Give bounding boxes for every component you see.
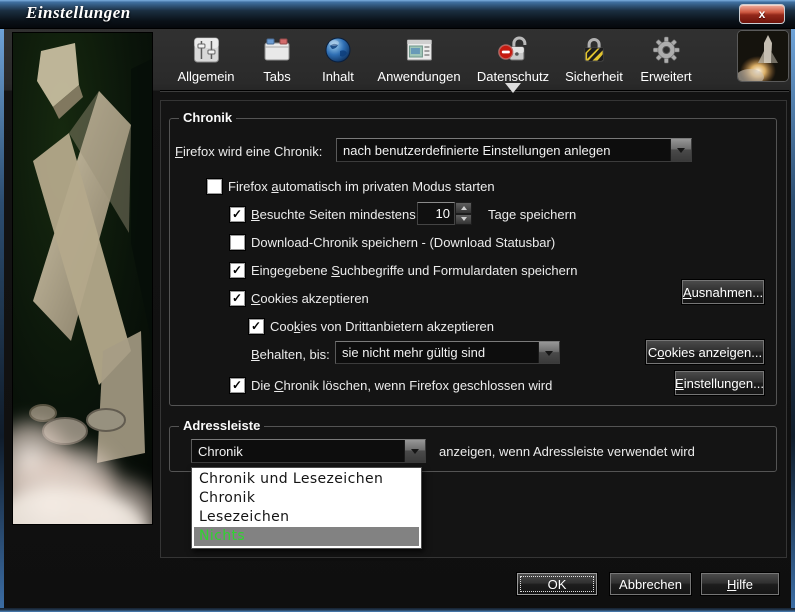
history-mode-select[interactable]: nach benutzerdefinierte Einstellungen an… <box>336 138 692 162</box>
cookie-keep-value: sie nicht mehr gültig sind <box>336 342 538 363</box>
applications-icon <box>403 34 435 66</box>
checkbox-label: Cookies akzeptieren <box>251 291 369 306</box>
tab-inhalt[interactable]: Inhalt <box>322 34 354 84</box>
help-button[interactable]: Hilfe <box>701 573 779 595</box>
tab-anwendungen[interactable]: Anwendungen <box>377 34 460 84</box>
checkbox-download-history[interactable]: ✓ <box>230 235 245 250</box>
history-mode-label: Firefox wird eine Chronik: <box>175 144 322 159</box>
checkbox-label: Firefox automatisch im privaten Modus st… <box>228 179 495 194</box>
tab-label: Tabs <box>263 69 290 84</box>
security-lock-icon <box>578 34 610 66</box>
preferences-pane: Chronik Firefox wird eine Chronik: nach … <box>160 100 787 558</box>
close-button[interactable]: x <box>739 4 785 24</box>
cookie-keep-select[interactable]: sie nicht mehr gültig sind <box>335 341 560 364</box>
cancel-button[interactable]: Abbrechen <box>610 573 691 595</box>
clear-settings-button[interactable]: Einstellungen... <box>675 371 764 395</box>
dropdown-arrow-icon[interactable] <box>404 440 425 462</box>
popup-option[interactable]: Chronik <box>194 489 419 508</box>
show-cookies-button[interactable]: Cookies anzeigen... <box>646 340 764 364</box>
privacy-open-lock-icon <box>497 34 529 66</box>
addressbar-suggestion-value: Chronik <box>192 440 404 462</box>
addressbar-suggestion-popup: Chronik und Lesezeichen Chronik Lesezeic… <box>191 467 422 549</box>
tab-label: Erweitert <box>640 69 691 84</box>
tab-label: Allgemein <box>177 69 234 84</box>
window-frame-right <box>791 28 795 612</box>
tab-sicherheit[interactable]: Sicherheit <box>565 34 623 84</box>
history-group: Chronik Firefox wird eine Chronik: nach … <box>169 118 777 406</box>
tab-datenschutz[interactable]: Datenschutz <box>477 34 549 84</box>
selected-tab-pointer-icon <box>505 83 521 101</box>
checkbox-clear-on-close[interactable]: ✓ <box>230 378 245 393</box>
toolbar-separator <box>160 90 789 92</box>
up-arrow-icon <box>461 203 467 210</box>
popup-option[interactable]: Chronik und Lesezeichen <box>194 470 419 489</box>
exceptions-button[interactable]: Ausnahmen... <box>682 280 764 304</box>
days-spinner: 10 <box>417 202 472 225</box>
addressbar-suffix-label: anzeigen, wenn Adressleiste verwendet wi… <box>439 444 695 459</box>
close-icon: x <box>759 8 766 20</box>
checkbox-visited-pages[interactable]: ✓ <box>230 207 245 222</box>
tab-label: Sicherheit <box>565 69 623 84</box>
checkbox-label: Eingegebene Suchbegriffe und Formulardat… <box>251 263 577 278</box>
checkbox-form-history[interactable]: ✓ <box>230 263 245 278</box>
tab-label: Anwendungen <box>377 69 460 84</box>
preferences-sliders-icon <box>190 34 222 66</box>
addressbar-suggestion-select[interactable]: Chronik <box>191 439 426 463</box>
tab-erweitert[interactable]: Erweitert <box>640 34 691 84</box>
tab-label: Inhalt <box>322 69 354 84</box>
tab-tabs[interactable]: Tabs <box>261 34 293 84</box>
tab-label: Datenschutz <box>477 69 549 84</box>
checkbox-private-mode[interactable]: ✓ <box>207 179 222 194</box>
window-title: Einstellungen <box>26 3 131 23</box>
tab-allgemein[interactable]: Allgemein <box>177 34 234 84</box>
history-group-legend: Chronik <box>179 110 236 125</box>
days-suffix-label: Tage speichern <box>488 207 576 222</box>
checkbox-label: Die Chronik löschen, wenn Firefox geschl… <box>251 378 552 393</box>
spin-up-button[interactable] <box>455 202 472 214</box>
titlebar[interactable]: Einstellungen x <box>0 0 795 29</box>
globe-icon <box>322 34 354 66</box>
gear-icon <box>650 34 682 66</box>
down-arrow-icon <box>461 217 467 224</box>
history-mode-value: nach benutzerdefinierte Einstellungen an… <box>337 139 670 161</box>
popup-option[interactable]: Lesezeichen <box>194 508 419 527</box>
tabs-icon <box>261 34 293 66</box>
shuttle-thumbnail-image <box>737 30 789 82</box>
cookie-keep-label: Behalten, bis: <box>251 347 330 362</box>
dropdown-arrow-icon[interactable] <box>670 139 691 161</box>
checkbox-accept-cookies[interactable]: ✓ <box>230 291 245 306</box>
days-input[interactable]: 10 <box>417 202 455 225</box>
checkbox-label: Download-Chronik speichern - (Download S… <box>251 235 555 250</box>
addressbar-group-legend: Adressleiste <box>179 418 264 433</box>
dropdown-arrow-icon[interactable] <box>538 342 559 363</box>
spin-down-button[interactable] <box>455 214 472 226</box>
checkbox-third-party-cookies[interactable]: ✓ <box>249 319 264 334</box>
sidebar-decoration-image <box>13 33 152 524</box>
window-body: Allgemein Tabs <box>4 28 791 608</box>
settings-window: Einstellungen x <box>0 0 795 612</box>
window-frame-left <box>0 28 4 612</box>
popup-option[interactable]: Nichts <box>194 527 419 546</box>
checkbox-label: Cookies von Drittanbietern akzeptieren <box>270 319 494 334</box>
shuttle-artwork <box>13 33 152 524</box>
checkbox-label: Besuchte Seiten mindestens <box>251 207 416 222</box>
window-frame-bottom <box>0 608 795 612</box>
ok-button[interactable]: OK <box>517 573 597 595</box>
